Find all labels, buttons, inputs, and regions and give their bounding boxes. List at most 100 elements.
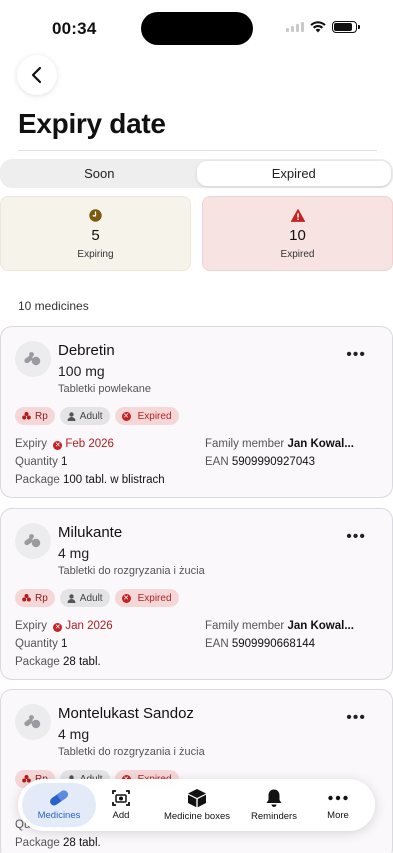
- tag-prescription: Rp: [15, 589, 55, 607]
- chevron-left-icon: [31, 66, 42, 84]
- more-options-icon[interactable]: •••: [346, 346, 366, 364]
- dynamic-island: [141, 12, 253, 45]
- x-circle-icon: ✕: [121, 593, 131, 603]
- family-member-value: Jan Kowal...: [287, 438, 354, 450]
- rx-icon: [22, 412, 31, 420]
- pills-icon: [24, 534, 41, 548]
- tag-prescription: Rp: [15, 407, 55, 425]
- ean-value: 5909990927043: [231, 456, 316, 468]
- nav-medicines[interactable]: Medicines: [22, 783, 96, 827]
- expiry-label: Expiry: [15, 620, 47, 632]
- camera-icon: [112, 790, 130, 806]
- nav-reminders-label: Reminders: [251, 811, 297, 822]
- x-circle-icon: ✕: [53, 441, 63, 450]
- expiry-label: Expiry: [15, 438, 47, 450]
- ean-label: EAN: [205, 638, 229, 650]
- expiry-row: Expiry ✕ Jan 2026: [15, 620, 113, 632]
- tab-soon[interactable]: Soon: [2, 161, 197, 186]
- package-value: 28 tabl.: [62, 656, 101, 668]
- tab-expired[interactable]: Expired: [196, 161, 391, 186]
- tag-adult-label: Adult: [79, 410, 103, 422]
- stat-expired-value: 10: [289, 227, 306, 244]
- medicine-card[interactable]: Milukante ••• 4 mg Tabletki do rozgryzan…: [0, 508, 393, 680]
- tag-prescription-label: Rp: [35, 410, 48, 422]
- x-circle-icon: ✕: [53, 623, 63, 632]
- nav-add[interactable]: Add: [102, 783, 140, 827]
- family-member-value: Jan Kowal...: [287, 620, 354, 632]
- divider: [18, 150, 377, 151]
- quantity-value: 1: [61, 638, 68, 650]
- medicine-name: Montelukast Sandoz: [58, 705, 194, 722]
- x-circle-icon: ✕: [121, 411, 131, 421]
- medicine-dose: 4 mg: [58, 545, 90, 561]
- more-icon: [328, 795, 348, 801]
- nav-add-label: Add: [112, 810, 130, 821]
- package-label: Package: [15, 656, 60, 668]
- nav-reminders[interactable]: Reminders: [246, 783, 302, 827]
- nav-more[interactable]: More: [320, 783, 356, 827]
- stat-expired-card[interactable]: 10 Expired: [202, 196, 393, 271]
- quantity-row: Quantity 1: [15, 456, 67, 468]
- family-member-label: Family member: [205, 438, 285, 450]
- cellular-signal-icon: [286, 22, 304, 32]
- stat-expiring-value: 5: [91, 227, 100, 244]
- page-title: Expiry date: [18, 108, 166, 139]
- ean-value: 5909990668144: [231, 638, 316, 650]
- bell-icon: [266, 789, 282, 807]
- quantity-value: 1: [61, 456, 68, 468]
- tag-expired: ✕ Expired: [114, 407, 179, 425]
- nav-medicines-label: Medicines: [37, 810, 81, 821]
- box-icon: [188, 789, 206, 808]
- person-icon: [67, 411, 76, 421]
- wifi-icon: [310, 21, 326, 33]
- medicine-form: Tabletki do rozgryzania i żucia: [58, 746, 205, 758]
- rx-icon: [22, 594, 31, 602]
- expiry-row: Expiry ✕ Feb 2026: [15, 438, 114, 450]
- nav-medicine-boxes[interactable]: Medicine boxes: [158, 783, 236, 827]
- medicine-avatar: [15, 704, 51, 740]
- medicine-card[interactable]: Debretin ••• 100 mg Tabletki powlekane R…: [0, 326, 393, 498]
- pills-icon: [24, 352, 41, 366]
- stat-expiring-label: Expiring: [77, 249, 114, 260]
- tag-expired-label: Expired: [137, 592, 172, 604]
- more-options-icon[interactable]: •••: [346, 528, 366, 546]
- more-options-icon[interactable]: •••: [346, 709, 366, 727]
- tag-expired-label: Expired: [137, 410, 172, 422]
- medicine-form: Tabletki do rozgryzania i żucia: [58, 565, 205, 577]
- family-member-label: Family member: [205, 620, 285, 632]
- tag-adult: Adult: [59, 407, 110, 425]
- tag-adult-label: Adult: [79, 592, 103, 604]
- status-time: 00:34: [52, 19, 97, 38]
- expiry-value: Feb 2026: [65, 438, 114, 450]
- medicine-dose: 4 mg: [58, 726, 90, 742]
- expiry-value: Jan 2026: [65, 620, 113, 632]
- person-icon: [67, 593, 76, 603]
- medicine-name: Milukante: [58, 524, 123, 541]
- stat-expiring-card[interactable]: 5 Expiring: [0, 196, 191, 271]
- package-value: 100 tabl. w blistrach: [62, 474, 165, 486]
- medicine-form: Tabletki powlekane: [58, 383, 151, 395]
- bottom-tab-bar: Medicines Add Medicine boxes Reminders M…: [18, 779, 375, 831]
- medicine-avatar: [15, 341, 51, 377]
- package-label: Package: [15, 837, 60, 849]
- battery-icon: [332, 21, 360, 33]
- ean-row: EAN 5909990668144: [205, 638, 315, 650]
- ean-row: EAN 5909990927043: [205, 456, 315, 468]
- package-row: Package 100 tabl. w blistrach: [15, 474, 165, 486]
- status-icons: [286, 21, 360, 33]
- screen: 00:34 Expiry date Soon Expired 5 Expirin…: [0, 0, 393, 853]
- status-bar: 00:34: [0, 0, 393, 54]
- package-value: 28 tabl.: [62, 837, 101, 849]
- back-button[interactable]: [17, 55, 57, 95]
- quantity-label: Quantity: [15, 638, 58, 650]
- family-member-row: Family member Jan Kowal...: [205, 438, 354, 450]
- medicine-avatar: [15, 523, 51, 559]
- package-row: Package 28 tabl.: [15, 837, 101, 849]
- stat-expired-label: Expired: [280, 249, 315, 260]
- pill-icon: [50, 790, 68, 806]
- tag-prescription-label: Rp: [35, 592, 48, 604]
- medicine-tags: Rp Adult ✕ Expired: [15, 407, 179, 425]
- medicine-dose: 100 mg: [58, 363, 105, 379]
- pills-icon: [24, 715, 41, 729]
- ean-label: EAN: [205, 456, 229, 468]
